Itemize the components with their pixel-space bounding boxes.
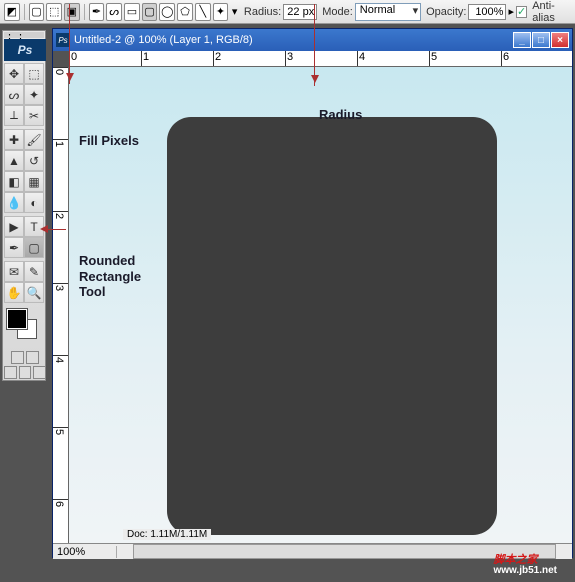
antialias-checkbox[interactable]: ✓ bbox=[516, 6, 527, 18]
screen-full-icon[interactable] bbox=[33, 366, 46, 379]
status-doc-size[interactable]: Doc: 1.11M/1.11M bbox=[123, 529, 211, 540]
annotation-fill-pixels: Fill Pixels bbox=[79, 133, 139, 148]
toolbox: ⋮⋮ Ps ✥⬚ ᔕ✦ ⟂✂ ✚🖌 ▲↺ ◧▦ 💧◐ ▶T ✒▢ ✉✎ ✋🔍 bbox=[2, 30, 46, 381]
mode-select[interactable]: Normal bbox=[355, 3, 421, 21]
minimize-button[interactable]: _ bbox=[513, 32, 531, 48]
screen-standard-icon[interactable] bbox=[4, 366, 17, 379]
history-brush-icon[interactable]: ↺ bbox=[24, 150, 44, 171]
maximize-button[interactable]: □ bbox=[532, 32, 550, 48]
freeform-pen-icon[interactable]: ᔕ bbox=[106, 3, 122, 21]
lasso-tool-icon[interactable]: ᔕ bbox=[4, 84, 24, 105]
line-icon[interactable]: ╲ bbox=[195, 3, 211, 21]
zoom-tool-icon[interactable]: 🔍 bbox=[24, 282, 44, 303]
notes-tool-icon[interactable]: ✉ bbox=[4, 261, 24, 282]
eyedropper-icon[interactable]: ✎ bbox=[24, 261, 44, 282]
arrow-rrect bbox=[42, 229, 66, 230]
shape-tool-icon[interactable]: ▢ bbox=[24, 237, 44, 258]
quick-mask-icon[interactable] bbox=[26, 351, 39, 364]
rounded-rectangle-shape bbox=[167, 117, 497, 535]
rectangle-icon[interactable]: ▭ bbox=[124, 3, 140, 21]
pen-icon[interactable]: ✒ bbox=[89, 3, 105, 21]
document-window: Ps Untitled-2 @ 100% (Layer 1, RGB/8) _ … bbox=[52, 28, 573, 558]
custom-shape-icon[interactable]: ✦ bbox=[213, 3, 229, 21]
brush-tool-icon[interactable]: 🖌 bbox=[24, 129, 44, 150]
screen-full-menu-icon[interactable] bbox=[19, 366, 32, 379]
doc-icon: Ps bbox=[56, 33, 70, 47]
ellipse-icon[interactable]: ◯ bbox=[159, 3, 175, 21]
move-tool-icon[interactable]: ✥ bbox=[4, 63, 24, 84]
opacity-input[interactable] bbox=[468, 4, 506, 20]
watermark: 脚本之家 www.jb51.net bbox=[493, 543, 557, 576]
toolbox-grip[interactable]: ⋮⋮ bbox=[4, 32, 44, 38]
rounded-rectangle-icon[interactable]: ▢ bbox=[142, 3, 158, 21]
geometry-options-icon[interactable]: ▾ bbox=[230, 3, 239, 21]
pen-tool-icon[interactable]: ✒ bbox=[4, 237, 24, 258]
color-swatch[interactable] bbox=[4, 307, 46, 345]
arrow-fill-pixels bbox=[69, 4, 70, 84]
marquee-tool-icon[interactable]: ⬚ bbox=[24, 63, 44, 84]
paths-icon[interactable]: ⬚ bbox=[46, 3, 62, 21]
slice-tool-icon[interactable]: ✂ bbox=[24, 105, 44, 126]
titlebar[interactable]: Ps Untitled-2 @ 100% (Layer 1, RGB/8) _ … bbox=[53, 29, 572, 51]
workspace: ⋮⋮ Ps ✥⬚ ᔕ✦ ⟂✂ ✚🖌 ▲↺ ◧▦ 💧◐ ▶T ✒▢ ✉✎ ✋🔍 P… bbox=[0, 24, 575, 582]
stamp-tool-icon[interactable]: ▲ bbox=[4, 150, 24, 171]
radius-label: Radius: bbox=[244, 6, 281, 18]
gradient-tool-icon[interactable]: ▦ bbox=[24, 171, 44, 192]
mode-label: Mode: bbox=[322, 6, 353, 18]
options-bar: ◩ ▢ ⬚ ▣ ✒ ᔕ ▭ ▢ ◯ ⬠ ╲ ✦ ▾ Radius: Mode: … bbox=[0, 0, 575, 24]
canvas[interactable]: Radius Fill Pixels Rounded Rectangle Too… bbox=[69, 67, 572, 543]
arrow-radius bbox=[314, 4, 315, 86]
blur-tool-icon[interactable]: 💧 bbox=[4, 192, 24, 213]
status-zoom[interactable]: 100% bbox=[53, 546, 117, 558]
path-select-icon[interactable]: ▶ bbox=[4, 216, 24, 237]
fill-pixels-icon[interactable]: ▣ bbox=[64, 3, 80, 21]
close-button[interactable]: × bbox=[551, 32, 569, 48]
quick-mask bbox=[4, 351, 46, 364]
standard-mode-icon[interactable] bbox=[11, 351, 24, 364]
opacity-flyout-icon[interactable]: ▸ bbox=[508, 5, 514, 18]
ruler-vertical[interactable]: 0123456 bbox=[53, 67, 69, 543]
screen-modes bbox=[4, 366, 46, 379]
annotation-rrect-tool: Rounded Rectangle Tool bbox=[79, 253, 141, 300]
radius-input[interactable] bbox=[283, 4, 317, 20]
wand-tool-icon[interactable]: ✦ bbox=[24, 84, 44, 105]
dodge-tool-icon[interactable]: ◐ bbox=[24, 192, 44, 213]
shape-layers-icon[interactable]: ▢ bbox=[29, 3, 45, 21]
polygon-icon[interactable]: ⬠ bbox=[177, 3, 193, 21]
antialias-label: Anti-alias bbox=[532, 0, 571, 24]
ruler-horizontal[interactable]: 01234567 bbox=[69, 51, 572, 67]
ps-logo-icon: Ps bbox=[4, 39, 46, 61]
annotation-radius: Radius bbox=[319, 107, 362, 122]
hand-tool-icon[interactable]: ✋ bbox=[4, 282, 24, 303]
tool-preset-icon[interactable]: ◩ bbox=[4, 3, 20, 21]
eraser-tool-icon[interactable]: ◧ bbox=[4, 171, 24, 192]
heal-tool-icon[interactable]: ✚ bbox=[4, 129, 24, 150]
crop-tool-icon[interactable]: ⟂ bbox=[4, 105, 24, 126]
window-title: Untitled-2 @ 100% (Layer 1, RGB/8) bbox=[74, 34, 513, 46]
opacity-label: Opacity: bbox=[426, 6, 466, 18]
